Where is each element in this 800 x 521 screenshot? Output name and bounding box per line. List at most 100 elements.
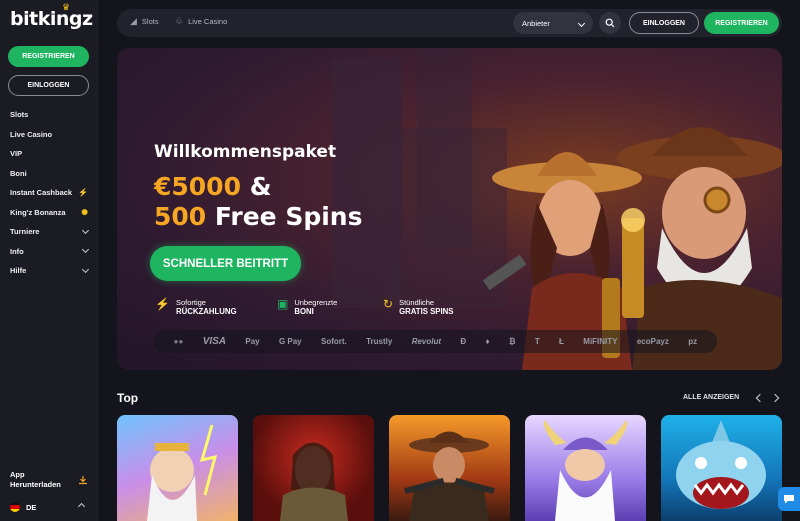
crown-icon: ♛ (62, 3, 70, 13)
game-thumbnail-viking (543, 420, 628, 521)
sidebar-item-label: Turniere (10, 227, 40, 237)
feature-instant-payout: ⚡ Sofortige RÜCKZAHLUNG (155, 298, 237, 316)
hero-offer-text: Free Spins (206, 202, 363, 231)
payment-logo: Pay (245, 337, 260, 346)
language-selector[interactable]: DE (10, 500, 88, 514)
game-card[interactable] (525, 415, 646, 521)
topbar-slots-label: Slots (141, 17, 159, 26)
chevron-right-icon[interactable] (770, 393, 780, 403)
sidebar-item-label: Hilfe (10, 266, 27, 276)
game-thumbnail-cowboy (404, 431, 495, 521)
hero-offer-line-1: €5000 & (154, 172, 272, 201)
sidebar-item-label: Live Casino (10, 129, 53, 139)
game-thumbnail-zeus (147, 424, 218, 521)
feature-value: BONI (294, 307, 314, 316)
game-card[interactable] (661, 415, 782, 521)
sun-icon: ✺ (81, 207, 88, 217)
sidebar-item-hilfe[interactable]: Hilfe (0, 261, 98, 281)
gift-icon: ▣ (277, 297, 289, 311)
section-title-top: Top (117, 391, 139, 405)
provider-select-value: Anbieter (522, 18, 550, 28)
payment-logo: Sofort. (320, 337, 347, 346)
top-bar: ◢ Slots ♧ Live Casino Anbieter EINLOGGEN… (117, 9, 782, 37)
brand-name: bitkingz (10, 8, 93, 30)
sidebar: ♛ bitkingz REGISTRIEREN EINLOGGEN Slots … (0, 0, 98, 521)
top-games-row (117, 415, 782, 521)
game-thumbnail-horror (280, 442, 348, 521)
topbar-slots-link[interactable]: ◢ Slots (130, 16, 159, 27)
hero-offer-text: & (240, 172, 272, 201)
refresh-icon: ↻ (383, 297, 394, 311)
lightning-icon: ⚡ (155, 297, 170, 311)
sidebar-item-label: Slots (10, 110, 29, 120)
payment-logo: Ł (559, 337, 564, 346)
sidebar-item-label: Info (10, 246, 24, 256)
search-button[interactable] (599, 12, 621, 34)
chevron-down-icon (81, 226, 90, 234)
germany-flag-icon (10, 502, 20, 512)
feature-free-spins: ↻ Stündliche GRATIS SPINS (383, 298, 454, 316)
sidebar-item-turniere[interactable]: Turniere (0, 222, 98, 242)
app-download-link[interactable]: App Herunterladen (10, 470, 88, 490)
game-card[interactable] (117, 415, 238, 521)
chevron-left-icon[interactable] (755, 393, 765, 403)
chevron-down-icon (81, 265, 90, 273)
payment-logo: Revolut (411, 337, 442, 346)
payment-logo: VISA (202, 336, 227, 347)
chat-icon (784, 495, 794, 504)
download-icon (79, 476, 87, 485)
sidebar-item-info[interactable]: Info (0, 242, 98, 262)
sidebar-item-label: VIP (10, 149, 23, 159)
chat-button[interactable] (778, 487, 800, 511)
feature-value: GRATIS SPINS (399, 307, 454, 316)
sidebar-login-button[interactable]: EINLOGGEN (8, 75, 89, 96)
sidebar-item-vip[interactable]: VIP (0, 144, 98, 164)
sidebar-item-kingz-bonanza[interactable]: King'z Bonanza ✺ (0, 203, 98, 223)
sidebar-item-boni[interactable]: Boni (0, 164, 98, 184)
hero-spins-amount: 500 (154, 202, 207, 231)
sidebar-item-live-casino[interactable]: Live Casino (0, 125, 98, 145)
chevron-up-icon (77, 502, 86, 511)
club-icon: ♧ (175, 16, 184, 26)
payment-methods-bar: ●● VISA Pay G Pay Sofort. Trustly Revolu… (154, 330, 717, 353)
topbar-register-button[interactable]: REGISTRIEREN (704, 12, 779, 34)
game-thumbnail-shark (676, 420, 766, 509)
slots-icon: ◢ (130, 16, 137, 26)
hero-title: Willkommenspaket (154, 142, 337, 162)
feature-label: Sofortige (175, 298, 206, 307)
payment-logo: MiFINITY (583, 337, 618, 346)
sidebar-item-label: Instant Cashback (10, 188, 73, 198)
hero-bonus-amount: €5000 (154, 172, 241, 201)
chevron-down-icon (577, 19, 586, 28)
sidebar-register-button[interactable]: REGISTRIEREN (8, 46, 89, 67)
mastercard-icon: ●● (173, 337, 184, 346)
feature-value: RÜCKZAHLUNG (175, 307, 237, 316)
topbar-live-casino-link[interactable]: ♧ Live Casino (175, 16, 227, 27)
game-card[interactable] (253, 415, 374, 521)
feature-unlimited-bonus: ▣ Unbegrenzte BONI (277, 298, 337, 316)
sidebar-nav: Slots Live Casino VIP Boni Instant Cashb… (0, 105, 98, 281)
provider-select[interactable]: Anbieter (513, 12, 593, 34)
app-download-label: App Herunterladen (10, 470, 61, 489)
language-label: DE (26, 502, 37, 512)
quick-join-button[interactable]: SCHNELLER BEITRITT (150, 246, 301, 281)
sidebar-item-slots[interactable]: Slots (0, 105, 98, 125)
brand-logo[interactable]: ♛ bitkingz (10, 3, 93, 30)
payment-logo: Ð (460, 337, 467, 346)
lightning-icon: ⚡ (78, 188, 88, 198)
payment-logo: G Pay (278, 337, 302, 346)
payment-logo: Trustly (366, 337, 393, 346)
feature-label: Unbegrenzte (294, 298, 338, 307)
payment-logo: T (534, 337, 540, 346)
payment-logo: ♦ (485, 337, 490, 346)
hero-offer-line-2: 500 Free Spins (154, 202, 362, 231)
show-all-link[interactable]: ALLE ANZEIGEN (683, 394, 739, 401)
search-icon (605, 18, 615, 28)
topbar-login-button[interactable]: EINLOGGEN (629, 12, 699, 34)
feature-label: Stündliche (399, 298, 435, 307)
payment-logo: ₿ (508, 337, 516, 346)
welcome-banner[interactable]: Willkommenspaket €5000 & 500 Free Spins … (117, 48, 782, 370)
sidebar-item-label: Boni (10, 168, 27, 178)
sidebar-item-instant-cashback[interactable]: Instant Cashback ⚡ (0, 183, 98, 203)
game-card[interactable] (389, 415, 510, 521)
